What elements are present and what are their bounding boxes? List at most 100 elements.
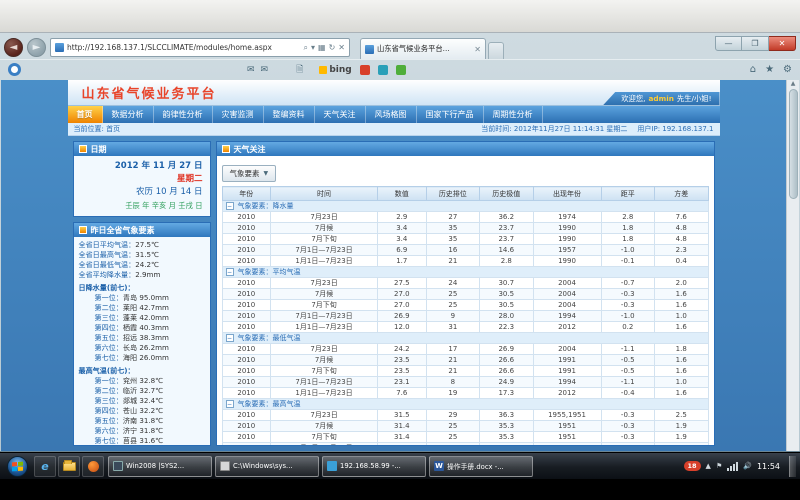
table-row[interactable]: 20107月候31.42535.31951-0.31.9 [222, 421, 708, 432]
media-player-icon[interactable] [82, 456, 104, 477]
forward-button[interactable]: ► [27, 38, 46, 57]
nav-item-6[interactable]: 风场格图 [366, 106, 417, 123]
ganzhi-line: 壬辰 年 辛亥 月 壬戌 日 [81, 199, 203, 212]
rank-item: 第七位：海阳 26.0mm [79, 353, 205, 363]
nav-item-4[interactable]: 整编资料 [264, 106, 315, 123]
col-rank[interactable]: 历史排位 [426, 187, 479, 201]
table-row[interactable]: 20107月下旬31.42535.31951-0.31.9 [222, 432, 708, 443]
col-time[interactable]: 时间 [271, 187, 378, 201]
internet-explorer-icon[interactable]: e [34, 456, 56, 477]
back-button[interactable]: ◄ [4, 38, 23, 57]
new-tab-button[interactable] [488, 42, 504, 59]
favorites-star-icon[interactable]: ★ [765, 64, 774, 75]
table-row[interactable]: 20107月1日—7月23日23.1824.91994-1.11.0 [222, 377, 708, 388]
element-filter-button[interactable]: 气象要素 ▼ [222, 165, 277, 182]
nav-item-2[interactable]: 韵律性分析 [154, 106, 213, 123]
mail-icon[interactable]: ✉ [247, 65, 255, 75]
col-value[interactable]: 数值 [378, 187, 427, 201]
col-variance[interactable]: 方差 [654, 187, 708, 201]
table-row[interactable]: 20101月1日—7月23日7.61917.32012-0.41.6 [222, 388, 708, 399]
document-icon[interactable]: 🗎 [296, 62, 303, 78]
app-shortcut-red-icon[interactable] [360, 65, 370, 75]
table-section-row[interactable]: −气象要素：降水量 [222, 201, 708, 212]
home-icon[interactable]: ⌂ [750, 64, 756, 75]
rank-label: 第七位： [95, 353, 123, 363]
bing-dot-icon [319, 66, 327, 74]
site-logo-icon[interactable] [8, 63, 21, 76]
table-row[interactable]: 20101月1日—7月23日12.03122.320120.21.6 [222, 322, 708, 333]
taskbar-button-2[interactable]: 192.168.58.99 -... [322, 456, 426, 477]
address-bar[interactable]: http://192.168.137.1/SLCCLIMATE/modules/… [50, 38, 350, 57]
taskbar-button-label: C:\Windows\sys... [233, 462, 293, 470]
close-button[interactable]: ✕ [769, 36, 796, 51]
compatibility-icon[interactable]: ▦ [318, 43, 326, 52]
notification-badge[interactable]: 18 [684, 461, 701, 471]
col-year[interactable]: 年份 [222, 187, 271, 201]
scroll-up-icon[interactable]: ▲ [791, 80, 796, 87]
scrollbar-thumb[interactable] [789, 89, 798, 199]
table-row[interactable]: 20107月下旬27.02530.52004-0.31.6 [222, 300, 708, 311]
nav-item-7[interactable]: 国家下行产品 [417, 106, 484, 123]
taskbar-button-3[interactable]: W操作手册.docx -... [429, 456, 533, 477]
action-center-icon[interactable]: ⚑ [716, 462, 722, 470]
rank-label: 第七位： [95, 436, 123, 445]
table-row[interactable]: 20107月23日27.52430.72004-0.72.0 [222, 278, 708, 289]
start-button[interactable] [7, 456, 28, 477]
col-extreme-year[interactable]: 出现年份 [533, 187, 601, 201]
table-row[interactable]: 20107月1日—7月23日6.91614.61957-1.02.3 [222, 245, 708, 256]
table-row[interactable]: 20107月23日24.21726.92004-1.11.8 [222, 344, 708, 355]
rank-value: 长岛 26.2mm [123, 343, 169, 353]
browser-tab[interactable]: 山东省气候业务平台... ✕ [360, 38, 486, 59]
collapse-icon[interactable]: − [226, 400, 234, 408]
taskbar-button-1[interactable]: C:\Windows\sys... [215, 456, 319, 477]
stop-icon[interactable]: ✕ [338, 43, 345, 52]
clock[interactable]: 11:54 [757, 462, 780, 471]
table-row[interactable]: 20107月候23.52126.61991-0.51.6 [222, 355, 708, 366]
table-row[interactable]: 20107月23日31.52936.31955,1951-0.32.5 [222, 410, 708, 421]
table-row[interactable]: 20107月下旬23.52126.61991-0.51.6 [222, 366, 708, 377]
refresh-icon[interactable]: ↻ [329, 43, 336, 52]
element-filter-label: 气象要素 [230, 168, 260, 179]
minimize-button[interactable]: — [715, 36, 742, 51]
volume-icon[interactable]: 🔊 [743, 462, 752, 470]
table-section-row[interactable]: −气象要素：最高气温 [222, 399, 708, 410]
table-row[interactable]: 20107月下旬3.43523.719901.84.8 [222, 234, 708, 245]
mail2-icon[interactable]: ✉ [261, 65, 269, 75]
nav-item-1[interactable]: 数据分析 [103, 106, 154, 123]
url-text[interactable]: http://192.168.137.1/SLCCLIMATE/modules/… [67, 43, 301, 52]
settings-gear-icon[interactable]: ⚙ [783, 64, 792, 75]
table-section-row[interactable]: −气象要素：平均气温 [222, 267, 708, 278]
nav-item-3[interactable]: 灾害监测 [213, 106, 264, 123]
explorer-folder-icon[interactable] [58, 456, 80, 477]
show-desktop-button[interactable] [789, 456, 796, 477]
table-section-row[interactable]: −气象要素：最低气温 [222, 333, 708, 344]
table-row[interactable]: 20101月1日—7月23日1.7212.81990-0.10.4 [222, 256, 708, 267]
table-row[interactable]: 20107月候27.02530.52004-0.31.6 [222, 289, 708, 300]
bing-logo[interactable]: bing [319, 65, 351, 75]
collapse-icon[interactable]: − [226, 268, 234, 276]
hidden-icons-arrow[interactable]: ▲ [706, 462, 711, 470]
nav-item-5[interactable]: 天气关注 [315, 106, 366, 123]
table-row[interactable]: 20107月23日2.92736.219742.87.6 [222, 212, 708, 223]
page-viewport: 山东省气候业务平台 欢迎您, admin 先生/小姐! 首页数据分析韵律性分析灾… [1, 80, 799, 451]
col-anomaly[interactable]: 距平 [601, 187, 654, 201]
col-extreme[interactable]: 历史极值 [480, 187, 533, 201]
table-row[interactable]: 20107月1日—7月23日26.9928.01994-1.01.0 [222, 311, 708, 322]
vertical-scrollbar[interactable]: ▲ [786, 80, 799, 451]
rank-value: 招远 38.3mm [123, 333, 169, 343]
network-icon[interactable] [727, 462, 738, 471]
nav-item-0[interactable]: 首页 [68, 106, 103, 123]
collapse-icon[interactable]: − [226, 334, 234, 342]
taskbar-button-0[interactable]: Win2008 |SYS2... [108, 456, 212, 477]
app-shortcut-teal-icon[interactable] [378, 65, 388, 75]
table-row[interactable]: 20107月候3.43523.719901.84.8 [222, 223, 708, 234]
app-shortcut-green-icon[interactable] [396, 65, 406, 75]
search-icon[interactable]: ⌕ [304, 43, 308, 53]
collapse-icon[interactable]: − [226, 202, 234, 210]
nav-item-8[interactable]: 周期性分析 [484, 106, 543, 123]
tab-close-icon[interactable]: ✕ [474, 45, 481, 54]
maximize-button[interactable]: ❐ [742, 36, 769, 51]
date-panel-body: 2012 年 11 月 27 日 星期二 农历 10 月 14 日 壬辰 年 辛… [74, 156, 210, 216]
table-row[interactable]: 20107月1日—7月23日31.5933.01967-1.01.1 [222, 443, 708, 446]
address-dropdown-icon[interactable]: ▾ [311, 43, 315, 52]
